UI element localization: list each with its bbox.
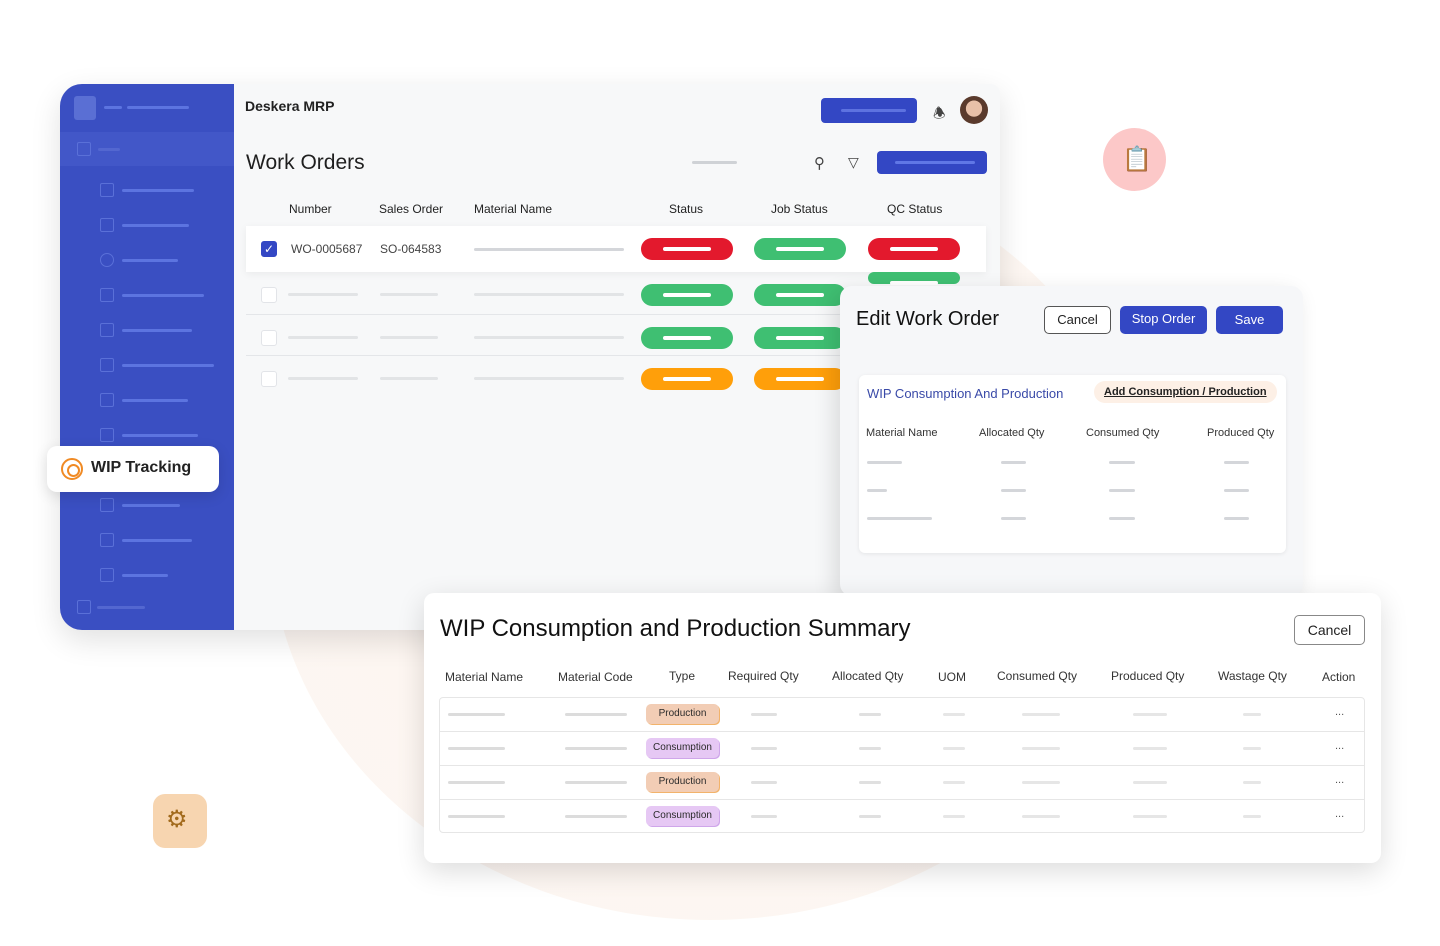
section-title: WIP Consumption And Production (867, 386, 1064, 401)
table-row[interactable]: Production ... (440, 766, 1364, 800)
section-icon (77, 142, 91, 156)
stop-order-button[interactable]: Stop Order (1120, 306, 1207, 334)
top-action-button[interactable] (821, 98, 917, 123)
job-status-pill (754, 284, 846, 306)
panel-title: WIP Consumption and Production Summary (440, 615, 911, 642)
page-title: Work Orders (246, 151, 365, 174)
app-brand: Deskera MRP (245, 98, 335, 114)
folder-icon (100, 288, 114, 302)
report-icon (100, 568, 114, 582)
wip-summary-panel: WIP Consumption and Production Summary C… (424, 593, 1381, 863)
doc-icon (100, 218, 114, 232)
sales-order: SO-064583 (380, 242, 442, 256)
list-icon (100, 323, 114, 337)
row-checkbox[interactable]: ✓ (261, 241, 277, 257)
table-row[interactable]: Consumption ... (440, 732, 1364, 766)
new-work-order-button[interactable] (877, 151, 987, 174)
row-action-menu[interactable]: ... (1335, 740, 1344, 752)
cancel-button[interactable]: Cancel (1294, 615, 1365, 645)
table-row[interactable]: Production ... (440, 698, 1364, 732)
type-badge: Consumption (646, 738, 719, 758)
status-pill (641, 284, 733, 306)
column-header: Consumed Qty (997, 669, 1078, 683)
document-stack-badge: 📋 (1103, 128, 1166, 191)
machine-badge: ⚙ (153, 794, 207, 848)
column-header: Consumed Qty (1086, 427, 1160, 439)
avatar[interactable] (960, 96, 988, 124)
column-header[interactable]: Material Name (474, 202, 552, 216)
column-header[interactable]: Status (669, 202, 703, 216)
column-header: Material Name (866, 427, 938, 439)
table-row[interactable]: Consumption ... (440, 800, 1364, 834)
status-pill (641, 368, 733, 390)
edit-work-order-panel: Edit Work Order Cancel Stop Order Save W… (840, 286, 1303, 596)
column-header[interactable]: Number (289, 202, 332, 216)
job-status-pill (754, 368, 846, 390)
wo-number: WO-0005687 (291, 242, 363, 256)
save-button[interactable]: Save (1216, 306, 1283, 334)
settings-icon (77, 600, 91, 614)
wip-section-card: WIP Consumption And Production Add Consu… (859, 375, 1286, 553)
column-header: Allocated Qty (832, 669, 904, 683)
row-checkbox[interactable] (261, 287, 277, 303)
column-header: Action (1322, 670, 1356, 684)
job-status-pill (754, 327, 846, 349)
machine-icon: ⚙ (166, 806, 188, 833)
box-icon (100, 253, 114, 267)
row-action-menu[interactable]: ... (1335, 774, 1344, 786)
file-icon (100, 358, 114, 372)
wip-tracking-icon (61, 458, 83, 480)
search-icon[interactable]: ⚲ (814, 154, 825, 172)
table-row[interactable]: ✓ WO-0005687 SO-064583 (246, 226, 986, 272)
sidebar-item-label: WIP Tracking (91, 459, 192, 476)
row-checkbox[interactable] (261, 330, 277, 346)
row-checkbox[interactable] (261, 371, 277, 387)
column-header: Allocated Qty (979, 427, 1045, 439)
column-header: Material Name (445, 670, 524, 684)
column-header[interactable]: Sales Order (379, 202, 443, 216)
store-icon (100, 533, 114, 547)
bell-icon[interactable]: 🕭 (933, 103, 946, 127)
row-action-menu[interactable]: ... (1335, 808, 1344, 820)
column-header: Produced Qty (1111, 669, 1185, 683)
type-badge: Production (646, 704, 719, 724)
grid-icon (100, 183, 114, 197)
sidebar-item-wip-tracking[interactable]: WIP Tracking (47, 446, 219, 492)
job-status-pill (754, 238, 846, 260)
column-header: UOM (938, 670, 966, 684)
add-consumption-production-link[interactable]: Add Consumption / Production (1094, 381, 1277, 403)
type-badge: Production (646, 772, 719, 792)
document-stack-icon: 📋 (1122, 146, 1152, 173)
filter-icon[interactable]: ▽ (848, 154, 859, 171)
tool-icon (100, 498, 114, 512)
status-pill (641, 238, 733, 260)
panel-title: Edit Work Order (856, 308, 999, 330)
cancel-button[interactable]: Cancel (1044, 306, 1111, 334)
gauge-icon (100, 428, 114, 442)
column-header: Material Code (558, 670, 633, 684)
row-action-menu[interactable]: ... (1335, 706, 1344, 718)
qc-status-pill (868, 238, 960, 260)
summary-table: Production ... Consumption ... Productio… (439, 697, 1365, 833)
column-header[interactable]: Job Status (771, 202, 828, 216)
column-header: Wastage Qty (1218, 669, 1287, 683)
sidebar-section[interactable] (60, 132, 234, 166)
qc-status-pill (868, 272, 960, 285)
column-header: Produced Qty (1207, 427, 1275, 439)
column-header: Type (669, 669, 696, 683)
status-pill (641, 327, 733, 349)
logo-icon (74, 96, 96, 120)
sidebar (60, 84, 234, 630)
column-header[interactable]: QC Status (887, 202, 942, 216)
column-header: Required Qty (728, 669, 799, 683)
type-badge: Consumption (646, 806, 719, 826)
route-icon (100, 393, 114, 407)
